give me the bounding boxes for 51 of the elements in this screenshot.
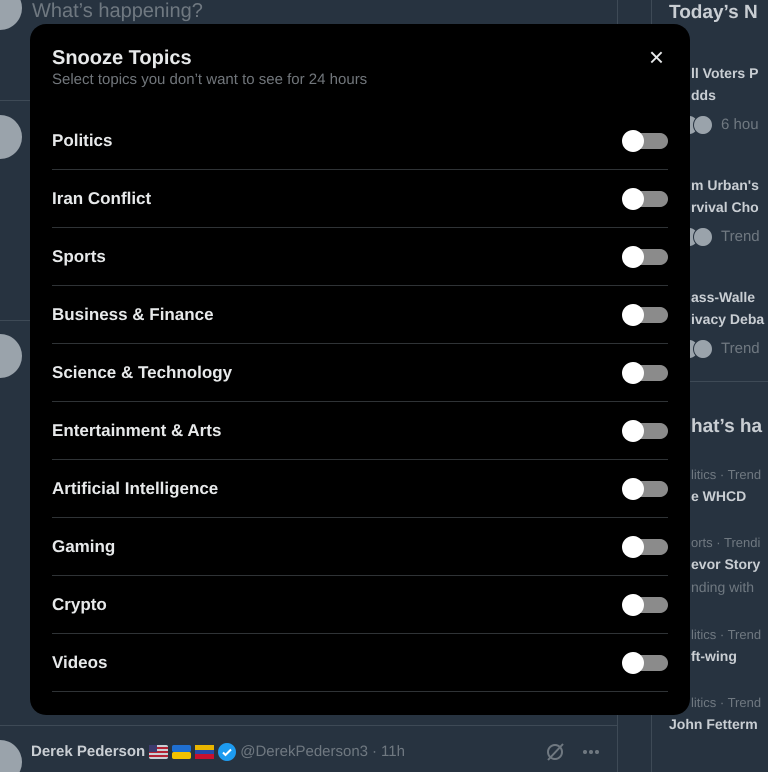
- section-title: hat’s ha: [690, 415, 764, 439]
- topic-label: Videos: [52, 652, 108, 674]
- topic-label: Artificial Intelligence: [52, 478, 218, 500]
- topic-label: Sports: [52, 246, 106, 268]
- topic-label: Science & Technology: [52, 362, 232, 384]
- news-headline[interactable]: ll Voters P: [691, 62, 768, 84]
- verified-icon: [218, 743, 236, 761]
- news-meta: 6 hou: [721, 114, 759, 135]
- topic-label: Iran Conflict: [52, 188, 152, 210]
- flag-icon: [172, 745, 192, 759]
- trend-context: orts · Trendi: [691, 534, 762, 552]
- topic-label: Gaming: [52, 536, 116, 558]
- trend-topic[interactable]: ft-wing: [691, 645, 768, 667]
- author-name[interactable]: Derek Pederson: [31, 740, 146, 764]
- news-meta: Trend: [721, 338, 760, 359]
- toggle-switch[interactable]: [622, 244, 668, 268]
- trend-context: litics · Trend: [691, 626, 762, 644]
- topic-label: Entertainment & Arts: [52, 420, 222, 442]
- close-button[interactable]: ×: [644, 44, 668, 70]
- toggle-switch[interactable]: [622, 534, 668, 558]
- section-title: Today’s N: [668, 1, 758, 25]
- more-icon: [583, 750, 599, 754]
- topic-label: Business & Finance: [52, 304, 214, 326]
- toggle-switch[interactable]: [622, 360, 668, 384]
- modal-title: Snooze Topics: [52, 46, 193, 70]
- topic-label: Politics: [52, 130, 112, 152]
- trend-context: litics · Trend: [691, 694, 762, 712]
- flag-icon: [149, 745, 168, 759]
- toggle-switch[interactable]: [622, 128, 668, 152]
- toggle-switch[interactable]: [622, 650, 668, 674]
- toggle-switch[interactable]: [622, 302, 668, 326]
- news-headline[interactable]: dds: [691, 84, 768, 106]
- news-headline[interactable]: ivacy Deba: [691, 308, 768, 330]
- modal-subtitle: Select topics you don’t want to see for 24 hours: [52, 70, 368, 90]
- separator-dot: ·: [372, 742, 378, 762]
- trend-context: nding with: [691, 578, 756, 597]
- trend-topic[interactable]: evor Story: [691, 553, 768, 575]
- news-meta: Trend: [721, 226, 760, 247]
- news-headline[interactable]: ass-Walle: [691, 286, 768, 308]
- slashed-circle-icon: [545, 742, 565, 762]
- toggle-switch[interactable]: [622, 476, 668, 500]
- toggle-switch[interactable]: [622, 418, 668, 442]
- trend-topic[interactable]: e WHCD: [691, 485, 768, 507]
- toggle-switch[interactable]: [622, 592, 668, 616]
- trend-topic[interactable]: John Fetterm: [669, 713, 768, 735]
- toggle-switch[interactable]: [622, 186, 668, 210]
- news-headline[interactable]: m Urban's: [691, 174, 768, 196]
- news-headline[interactable]: rvival Cho: [691, 196, 768, 218]
- topic-label: Crypto: [52, 594, 107, 616]
- flag-icon: [195, 745, 214, 759]
- trend-context: litics · Trend: [691, 466, 762, 484]
